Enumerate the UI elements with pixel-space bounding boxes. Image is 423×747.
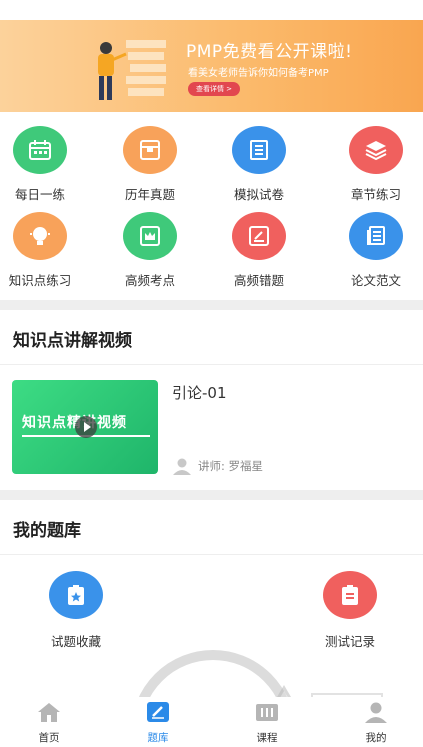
top-strip — [0, 0, 423, 18]
tab-courses[interactable]: 课程 — [232, 701, 302, 745]
grid-item-past-exams[interactable]: 历年真题 — [110, 126, 190, 203]
grid-item-chapter-practice[interactable]: 章节练习 — [336, 126, 416, 203]
tab-label: 我的 — [365, 732, 387, 744]
grid-item-sample-essays[interactable]: 论文范文 — [336, 212, 416, 289]
grid-item-key-points[interactable]: 高频考点 — [110, 212, 190, 289]
edit-icon — [147, 702, 169, 722]
grid-item-label: 高频考点 — [124, 273, 175, 288]
pencil-note-icon — [232, 212, 286, 260]
user-icon — [173, 458, 191, 475]
course-icon — [256, 704, 278, 721]
banner-title: PMP免费看公开课啦! — [186, 42, 353, 62]
banner-subtitle: 看美女老师告诉你如何备考PMP — [188, 68, 329, 79]
promo-banner[interactable]: PMP免费看公开课啦! 看美女老师告诉你如何备考PMP 查看详情 > — [0, 20, 423, 112]
grid-item-label: 每日一练 — [14, 187, 65, 202]
test-records-button[interactable]: 测试记录 — [310, 571, 390, 650]
grid-item-label: 论文范文 — [350, 273, 401, 288]
banner-details-button[interactable]: 查看详情 > — [188, 82, 240, 96]
layers-icon — [349, 126, 403, 174]
home-icon — [38, 703, 60, 722]
grid-item-label: 知识点练习 — [8, 273, 72, 288]
banner-illustration — [98, 40, 166, 100]
grid-item-daily-practice[interactable]: 每日一练 — [0, 126, 80, 203]
grid-item-label: 历年真题 — [124, 187, 175, 202]
play-icon[interactable] — [75, 416, 97, 438]
lightbulb-icon — [13, 212, 67, 260]
bottom-tab-bar: 首页 题库 课程 我的 — [0, 697, 423, 747]
video-title[interactable]: 引论-01 — [172, 382, 227, 403]
favorites-button[interactable]: 试题收藏 — [36, 571, 116, 650]
grid-item-knowledge-practice[interactable]: 知识点练习 — [0, 212, 80, 289]
crown-icon — [123, 212, 177, 260]
tab-label: 课程 — [256, 732, 278, 744]
grid-item-label: 高频错题 — [233, 273, 284, 288]
video-section-title: 知识点讲解视频 — [13, 331, 132, 351]
tab-label: 题库 — [147, 732, 169, 744]
user-icon — [365, 702, 387, 723]
record-clipboard-icon — [323, 571, 377, 619]
library-section-title: 我的题库 — [13, 521, 81, 541]
tab-mine[interactable]: 我的 — [341, 701, 411, 745]
test-records-label: 测试记录 — [324, 634, 375, 649]
grid-item-label: 章节练习 — [350, 187, 401, 202]
section-divider — [0, 300, 423, 310]
tab-question-bank[interactable]: 题库 — [123, 701, 193, 745]
lecturer-info: 讲师: 罗福星 — [172, 457, 263, 475]
scroll-icon — [232, 126, 286, 174]
document-icon — [349, 212, 403, 260]
section-separator — [0, 554, 423, 555]
favorites-label: 试题收藏 — [50, 634, 101, 649]
star-clipboard-icon — [49, 571, 103, 619]
grid-item-label: 模拟试卷 — [233, 187, 284, 202]
grid-item-mock-papers[interactable]: 模拟试卷 — [219, 126, 299, 203]
lecturer-name: 讲师: 罗福星 — [198, 459, 264, 473]
video-thumbnail[interactable]: 知识点精讲视频 — [12, 380, 158, 474]
calendar-icon — [13, 126, 67, 174]
section-divider — [0, 490, 423, 500]
section-separator — [0, 364, 423, 365]
tab-home[interactable]: 首页 — [14, 701, 84, 745]
box-icon — [123, 126, 177, 174]
tab-label: 首页 — [38, 732, 60, 744]
grid-item-frequent-errors[interactable]: 高频错题 — [219, 212, 299, 289]
